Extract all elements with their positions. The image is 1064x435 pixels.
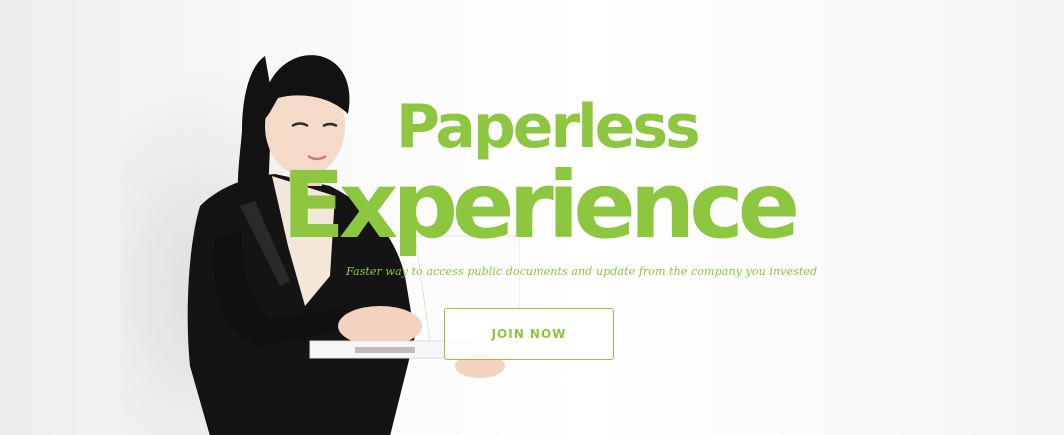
hero-banner: Paperless Experience Faster way to acces…	[0, 0, 1064, 435]
tagline-text: Faster way to access public documents an…	[346, 265, 818, 278]
headline-block: Paperless Experience Faster way to acces…	[0, 0, 1064, 435]
headline-line-2: Experience	[282, 152, 800, 259]
join-now-button[interactable]: JOIN NOW	[444, 308, 614, 360]
